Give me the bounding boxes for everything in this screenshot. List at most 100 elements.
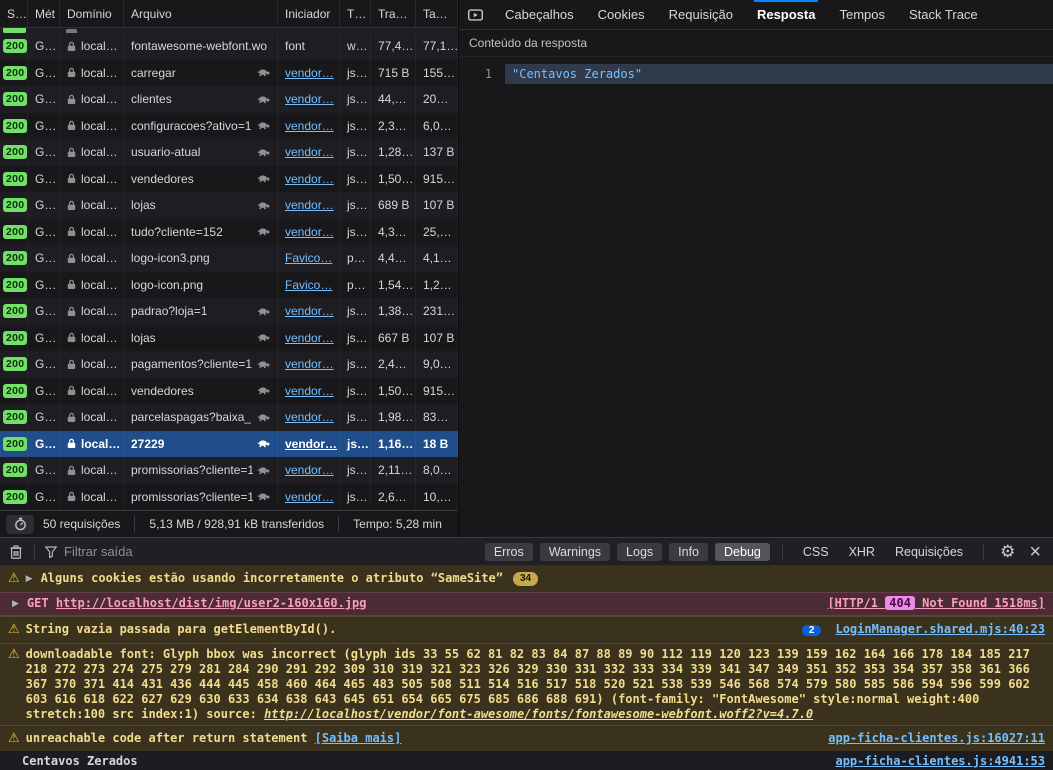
initiator-text[interactable]: font <box>285 39 305 53</box>
response-section-header[interactable]: Conteúdo da resposta <box>459 30 1053 57</box>
table-row[interactable]: 200 G… local… promissorias?cliente=1 <box>0 484 458 511</box>
table-row[interactable]: 200 G… local… vendedores <box>0 378 458 405</box>
initiator-cell[interactable]: vendor… <box>278 404 340 431</box>
table-row[interactable]: 200 G… local… usuario-atual <box>0 139 458 166</box>
table-row[interactable]: 200 G… local… logo-icon.png <box>0 272 458 299</box>
initiator-cell[interactable]: vendor… <box>278 351 340 378</box>
console-category-button[interactable]: XHR <box>849 545 875 559</box>
details-tab[interactable]: Resposta <box>756 0 817 29</box>
initiator-text[interactable]: vendor… <box>285 225 334 239</box>
column-header[interactable]: Ta… <box>416 0 458 27</box>
table-row[interactable]: 200 G… local… carregar <box>0 60 458 87</box>
table-row[interactable]: 200 G… local… lojas <box>0 192 458 219</box>
details-tab[interactable]: Requisição <box>668 0 734 29</box>
response-content-value[interactable]: "Centavos Zerados" <box>505 64 1053 84</box>
details-tab[interactable]: Cabeçalhos <box>504 0 575 29</box>
initiator-cell[interactable]: vendor… <box>278 86 340 113</box>
learn-more-link[interactable]: [Saiba mais] <box>315 731 402 745</box>
size-cell: 4,1… <box>416 245 458 272</box>
initiator-cell[interactable]: vendor… <box>278 192 340 219</box>
initiator-cell[interactable]: vendor… <box>278 325 340 352</box>
console-warning-row[interactable]: ⚠ unreachable code after return statemen… <box>0 725 1053 751</box>
initiator-cell[interactable]: vendor… <box>278 457 340 484</box>
table-row[interactable]: 200 G… local… lojas <box>0 325 458 352</box>
table-row[interactable]: 200 G… local… clientes <box>0 86 458 113</box>
initiator-text[interactable]: vendor… <box>285 490 334 504</box>
console-filter-button[interactable]: Erros <box>485 543 533 561</box>
column-header[interactable]: T… <box>340 0 371 27</box>
initiator-cell[interactable]: font <box>278 33 340 60</box>
table-row[interactable]: 200 G… local… 27229 <box>0 431 458 458</box>
column-header[interactable]: Domínio <box>60 0 124 27</box>
console-warning-row[interactable]: ⚠ ▶ Alguns cookies estão usando incorret… <box>0 566 1053 592</box>
column-header[interactable]: S… <box>0 0 28 27</box>
source-location-link[interactable]: 2LoginManager.shared.mjs:40:23 <box>788 622 1045 638</box>
table-row[interactable]: 200 G… local… parcelaspagas?baixa_ <box>0 404 458 431</box>
table-row[interactable]: 200 G… local… padrao?loja=1 <box>0 298 458 325</box>
console-warning-row[interactable]: ⚠ String vazia passada para getElementBy… <box>0 616 1053 643</box>
source-location-link[interactable]: app-ficha-clientes.js:16027:11 <box>814 731 1045 746</box>
console-category-button[interactable]: CSS <box>803 545 829 559</box>
initiator-text[interactable]: vendor… <box>285 410 334 424</box>
console-filter-button[interactable]: Debug <box>715 543 770 561</box>
font-source-link[interactable]: http://localhost/vendor/font-awesome/fon… <box>264 707 813 721</box>
close-split-console-icon[interactable]: × <box>1029 542 1041 562</box>
column-header[interactable]: Mét <box>28 0 60 27</box>
console-error-row[interactable]: ▶ GET http://localhost/dist/img/user2-16… <box>0 592 1053 616</box>
initiator-cell[interactable]: vendor… <box>278 139 340 166</box>
table-row[interactable]: 200 G… local… configuracoes?ativo=1 <box>0 113 458 140</box>
failed-url-link[interactable]: http://localhost/dist/img/user2-160x160.… <box>56 596 367 610</box>
source-location-link[interactable]: app-ficha-clientes.js:4941:53 <box>821 754 1045 769</box>
table-row[interactable]: 200 G… local… vendedores <box>0 166 458 193</box>
initiator-cell[interactable]: vendor… <box>278 431 340 458</box>
initiator-text[interactable]: vendor… <box>285 437 337 451</box>
column-header[interactable]: Iniciador <box>278 0 340 27</box>
details-tab[interactable]: Tempos <box>838 0 886 29</box>
initiator-cell[interactable]: vendor… <box>278 378 340 405</box>
initiator-cell[interactable]: vendor… <box>278 113 340 140</box>
console-settings-gear-icon[interactable]: ⚙ <box>1000 542 1015 562</box>
performance-analysis-button[interactable] <box>6 515 34 534</box>
clear-console-button[interactable] <box>8 545 24 559</box>
initiator-text[interactable]: vendor… <box>285 145 334 159</box>
console-filter-button[interactable]: Info <box>669 543 708 561</box>
table-row[interactable]: 200 G… local… pagamentos?cliente=1 <box>0 351 458 378</box>
console-filter-button[interactable]: Logs <box>617 543 662 561</box>
initiator-text[interactable]: vendor… <box>285 92 334 106</box>
details-tab[interactable]: Stack Trace <box>908 0 979 29</box>
initiator-cell[interactable]: vendor… <box>278 484 340 511</box>
expand-arrow-icon[interactable]: ▶ <box>26 572 33 587</box>
http-status-link[interactable]: [HTTP/1 404 Not Found 1518ms] <box>813 596 1045 611</box>
initiator-text[interactable]: vendor… <box>285 384 334 398</box>
console-filter-button[interactable]: Warnings <box>540 543 610 561</box>
console-log-row[interactable]: Centavos Zerados app-ficha-clientes.js:4… <box>0 751 1053 770</box>
details-tab[interactable]: Cookies <box>597 0 646 29</box>
console-filter-input[interactable]: Filtrar saída <box>64 544 133 559</box>
initiator-cell[interactable]: vendor… <box>278 166 340 193</box>
table-row[interactable]: 200 G… local… tudo?cliente=152 <box>0 219 458 246</box>
initiator-text[interactable]: vendor… <box>285 172 334 186</box>
initiator-text[interactable]: vendor… <box>285 304 334 318</box>
initiator-text[interactable]: Favico… <box>285 251 332 265</box>
table-row[interactable]: 200 G… local… promissorias?cliente=1 <box>0 457 458 484</box>
table-row[interactable]: 200 G… local… fontawesome-webfont.wo <box>0 33 458 60</box>
initiator-text[interactable]: vendor… <box>285 66 334 80</box>
initiator-cell[interactable]: vendor… <box>278 60 340 87</box>
initiator-text[interactable]: vendor… <box>285 119 334 133</box>
console-warning-row[interactable]: ⚠ downloadable font: Glyph bbox was inco… <box>0 643 1053 725</box>
expand-arrow-icon[interactable]: ▶ <box>12 597 19 612</box>
initiator-cell[interactable]: vendor… <box>278 219 340 246</box>
initiator-cell[interactable]: Favico… <box>278 245 340 272</box>
table-row[interactable]: 200 G… local… logo-icon3.png <box>0 245 458 272</box>
column-header[interactable]: Tra… <box>371 0 416 27</box>
initiator-text[interactable]: vendor… <box>285 357 334 371</box>
panel-toggle-icon[interactable] <box>459 0 493 29</box>
initiator-text[interactable]: vendor… <box>285 198 334 212</box>
initiator-cell[interactable]: vendor… <box>278 298 340 325</box>
initiator-text[interactable]: vendor… <box>285 331 334 345</box>
initiator-text[interactable]: Favico… <box>285 278 332 292</box>
column-header[interactable]: Arquivo <box>124 0 278 27</box>
initiator-text[interactable]: vendor… <box>285 463 334 477</box>
initiator-cell[interactable]: Favico… <box>278 272 340 299</box>
console-category-button[interactable]: Requisições <box>895 545 963 559</box>
